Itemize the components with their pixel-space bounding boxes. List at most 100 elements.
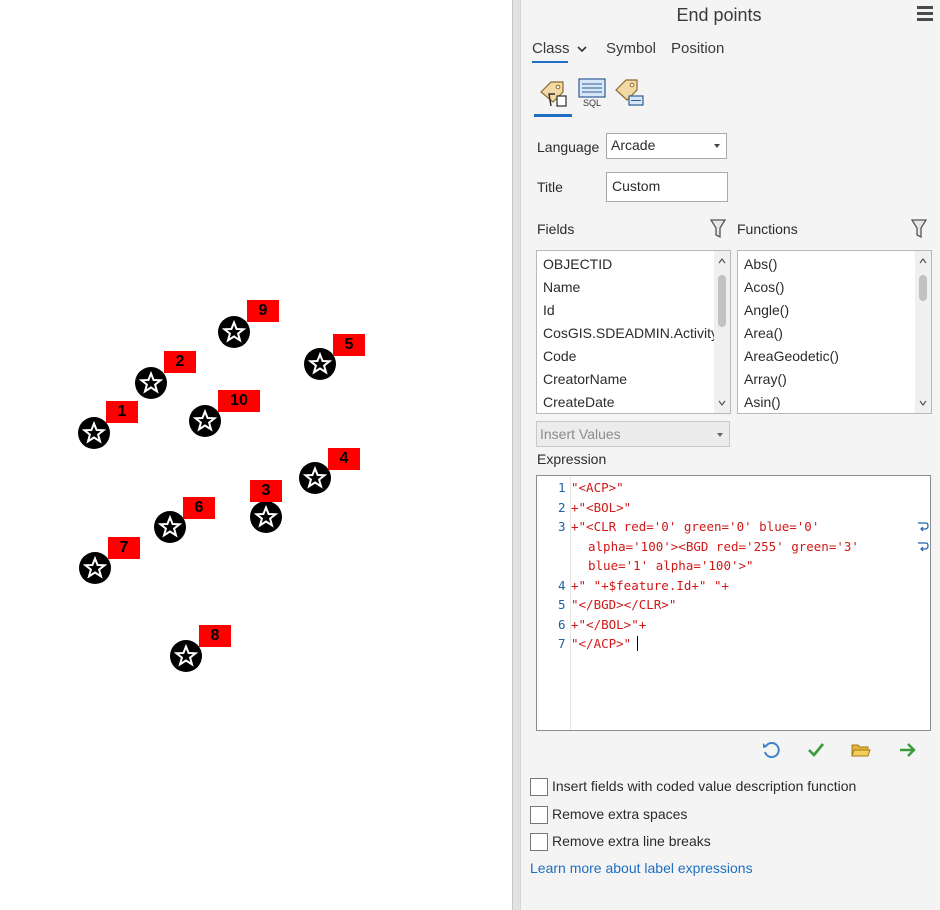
fields-list[interactable]: OBJECTID Name Id CosGIS.SDEADMIN.Activit… — [536, 250, 731, 414]
map-view[interactable]: 1 2 3 4 5 6 7 8 9 10 — [0, 0, 512, 910]
open-icon[interactable] — [851, 740, 871, 760]
title-value: Custom — [612, 178, 661, 194]
hamburger-menu-icon[interactable] — [917, 6, 933, 22]
language-dropdown[interactable]: Arcade — [606, 133, 727, 159]
map-point-6[interactable] — [154, 511, 186, 543]
star-icon — [303, 466, 327, 489]
line-number: 2 — [558, 499, 566, 515]
list-item[interactable]: Angle() — [744, 299, 789, 322]
list-item[interactable]: Name — [543, 276, 580, 299]
map-point-4[interactable] — [299, 462, 331, 494]
remove-spaces-checkbox[interactable] — [530, 806, 548, 824]
list-item[interactable]: Code — [543, 345, 576, 368]
code-line: +" "+$feature.Id+" "+ — [571, 577, 730, 593]
scroll-up-icon[interactable] — [718, 257, 726, 265]
scroll-down-icon[interactable] — [919, 399, 927, 407]
map-point-2[interactable] — [135, 367, 167, 399]
label-class-tool-icon[interactable] — [613, 76, 645, 108]
list-item[interactable]: Id — [543, 299, 555, 322]
map-point-3[interactable] — [250, 501, 282, 533]
code-line: "</ACP>" — [571, 636, 632, 651]
word-wrap-icon — [918, 522, 929, 532]
map-label-6: 6 — [183, 497, 215, 519]
line-number: 4 — [558, 577, 566, 593]
coded-value-checkbox[interactable] — [530, 778, 548, 796]
list-item[interactable]: Acos() — [744, 276, 784, 299]
map-label-4: 4 — [328, 448, 360, 470]
text-caret — [637, 636, 638, 651]
list-item[interactable]: CreateDate — [543, 391, 615, 414]
map-point-8[interactable] — [170, 640, 202, 672]
remove-spaces-label: Remove extra spaces — [552, 806, 688, 822]
language-label: Language — [537, 139, 600, 155]
map-label-2: 2 — [164, 351, 196, 373]
pane-title: End points — [676, 5, 762, 25]
code-line: +"<CLR red='0' green='0' blue='0' — [571, 519, 820, 534]
scroll-thumb[interactable] — [919, 275, 927, 301]
star-icon — [139, 371, 163, 394]
line-number: 5 — [558, 597, 566, 612]
line-number: 3 — [558, 519, 566, 534]
filter-icon[interactable] — [710, 219, 726, 239]
learn-more-link[interactable]: Learn more about label expressions — [530, 860, 753, 876]
functions-scrollbar[interactable] — [915, 251, 931, 413]
map-point-9[interactable] — [218, 316, 250, 348]
list-item[interactable]: CreatorName — [543, 368, 627, 391]
star-icon — [222, 320, 246, 343]
tab-position[interactable]: Position — [671, 40, 724, 60]
map-label-3: 3 — [250, 480, 282, 502]
scroll-down-icon[interactable] — [718, 399, 726, 407]
scroll-thumb[interactable] — [718, 275, 726, 327]
expression-label: Expression — [537, 451, 607, 467]
title-input[interactable]: Custom — [606, 172, 728, 202]
language-value: Arcade — [611, 137, 656, 153]
star-icon — [82, 421, 106, 444]
code-line: blue='1' alpha='100'>" — [588, 558, 754, 573]
chevron-down-icon[interactable] — [576, 44, 588, 54]
map-point-7[interactable] — [79, 552, 111, 584]
tab-symbol[interactable]: Symbol — [606, 40, 656, 60]
sql-tool-icon[interactable]: SQL — [576, 76, 608, 108]
map-point-10[interactable] — [189, 405, 221, 437]
line-number: 7 — [558, 636, 566, 651]
tab-class[interactable]: Class — [532, 40, 570, 60]
expression-tool-icon[interactable] — [537, 76, 569, 108]
list-item[interactable]: CosGIS.SDEADMIN.Activity — [543, 322, 715, 345]
line-number-gutter — [537, 476, 571, 730]
apply-icon[interactable] — [898, 740, 918, 760]
functions-list[interactable]: Abs() Acos() Angle() Area() AreaGeodetic… — [737, 250, 932, 414]
list-item[interactable]: Asin() — [744, 391, 781, 414]
code-line: alpha='100'><BGD red='255' green='3' — [588, 538, 859, 554]
remove-line-breaks-label: Remove extra line breaks — [552, 833, 711, 849]
list-item[interactable]: Abs() — [744, 253, 777, 276]
map-label-7: 7 — [108, 537, 140, 559]
remove-line-breaks-checkbox[interactable] — [530, 833, 548, 851]
reset-icon[interactable] — [761, 740, 781, 760]
star-icon — [308, 352, 332, 375]
word-wrap-icon — [918, 541, 929, 551]
dropdown-arrow-icon — [717, 433, 723, 437]
expression-editor[interactable]: 1 2 3 4 5 6 7 "<ACP>" +"<BOL>" +"<CLR re… — [536, 475, 931, 731]
pane-splitter[interactable] — [512, 0, 521, 910]
active-tool-indicator — [534, 114, 572, 117]
verify-icon[interactable] — [806, 740, 826, 760]
code-line: +"<BOL>" — [571, 499, 632, 515]
code-line: "</BGD></CLR>" — [571, 597, 677, 612]
list-item[interactable]: Area() — [744, 322, 783, 345]
insert-values-text: Insert Values — [540, 426, 621, 442]
star-icon — [254, 505, 278, 528]
scroll-up-icon[interactable] — [919, 257, 927, 265]
coded-value-label: Insert fields with coded value descripti… — [552, 778, 857, 794]
code-line: +"</BOL>"+ — [571, 616, 647, 632]
map-point-5[interactable] — [304, 348, 336, 380]
insert-values-dropdown[interactable]: Insert Values — [536, 421, 730, 447]
map-label-8: 8 — [199, 625, 231, 647]
list-item[interactable]: Array() — [744, 368, 787, 391]
star-icon — [83, 556, 107, 579]
code-line: "<ACP>" — [571, 480, 624, 495]
filter-icon[interactable] — [911, 219, 927, 239]
star-icon — [158, 515, 182, 538]
list-item[interactable]: OBJECTID — [543, 253, 612, 276]
fields-scrollbar[interactable] — [714, 251, 730, 413]
list-item[interactable]: AreaGeodetic() — [744, 345, 839, 368]
